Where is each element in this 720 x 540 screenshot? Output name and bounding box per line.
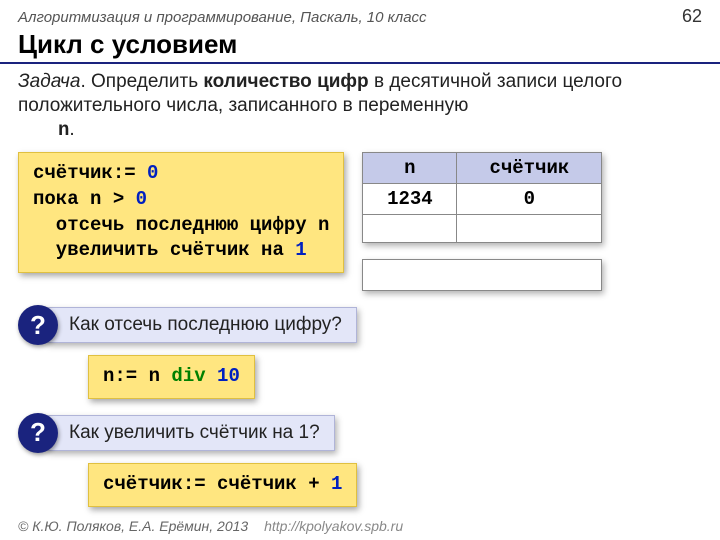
- task-text: Задача. Определить количество цифр в дес…: [18, 70, 702, 142]
- pseudocode-box: счётчик:= 0 пока n > 0 отсечь последнюю …: [18, 152, 344, 273]
- table-row: n счётчик: [363, 153, 602, 184]
- table-row: 1234 0: [363, 184, 602, 215]
- col-counter: счётчик: [457, 153, 602, 184]
- slide-content: Задача. Определить количество цифр в дес…: [0, 70, 720, 507]
- main-row: счётчик:= 0 пока n > 0 отсечь последнюю …: [18, 152, 702, 291]
- slide-footer: © К.Ю. Поляков, Е.А. Ерёмин, 2013 http:/…: [18, 518, 403, 534]
- trace-table: n счётчик 1234 0: [362, 152, 602, 243]
- table-row: [363, 215, 602, 243]
- task-bold: количество цифр: [203, 71, 368, 92]
- footer-url: http://kpolyakov.spb.ru: [264, 518, 403, 534]
- page-number: 62: [682, 6, 702, 27]
- question-2: ? Как увеличить счётчик на 1?: [18, 413, 702, 453]
- question-2-text: Как увеличить счётчик на 1?: [46, 415, 335, 451]
- trace-wrap: n счётчик 1234 0: [362, 152, 702, 291]
- empty-box: [362, 259, 602, 291]
- copyright: © К.Ю. Поляков, Е.А. Ерёмин, 2013: [18, 518, 248, 534]
- task-label: Задача: [18, 71, 80, 92]
- code-inc-box: счётчик:= счётчик + 1: [88, 463, 357, 507]
- slide-header: Алгоритмизация и программирование, Паска…: [0, 0, 720, 29]
- col-n: n: [363, 153, 457, 184]
- question-1-text: Как отсечь последнюю цифру?: [46, 307, 357, 343]
- question-1: ? Как отсечь последнюю цифру?: [18, 305, 702, 345]
- question-icon: ?: [18, 305, 58, 345]
- code-div-box: n:= n div 10: [88, 355, 255, 399]
- task-var: n: [58, 119, 69, 141]
- course-label: Алгоритмизация и программирование, Паска…: [18, 9, 427, 26]
- slide-title: Цикл с условием: [0, 29, 720, 64]
- question-icon: ?: [18, 413, 58, 453]
